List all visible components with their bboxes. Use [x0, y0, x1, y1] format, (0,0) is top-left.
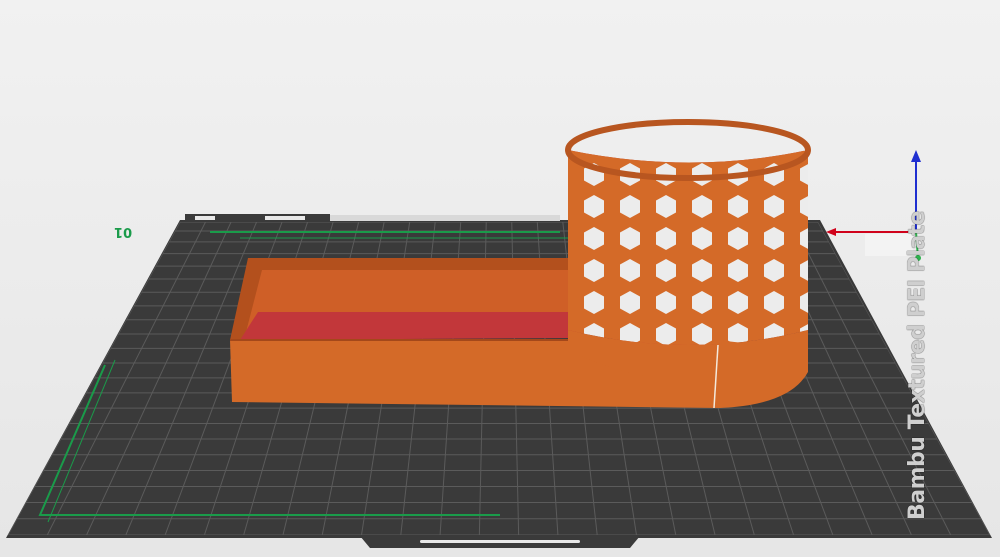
hex-cylinder-model[interactable]: [565, 119, 811, 409]
3d-viewport[interactable]: 01 Bambu Textured PEI Plate: [0, 0, 1000, 557]
plate-number: 01: [114, 224, 133, 239]
scene-svg: [6, 119, 992, 548]
plate-name-label: Bambu Textured PEI Plate: [905, 210, 930, 520]
